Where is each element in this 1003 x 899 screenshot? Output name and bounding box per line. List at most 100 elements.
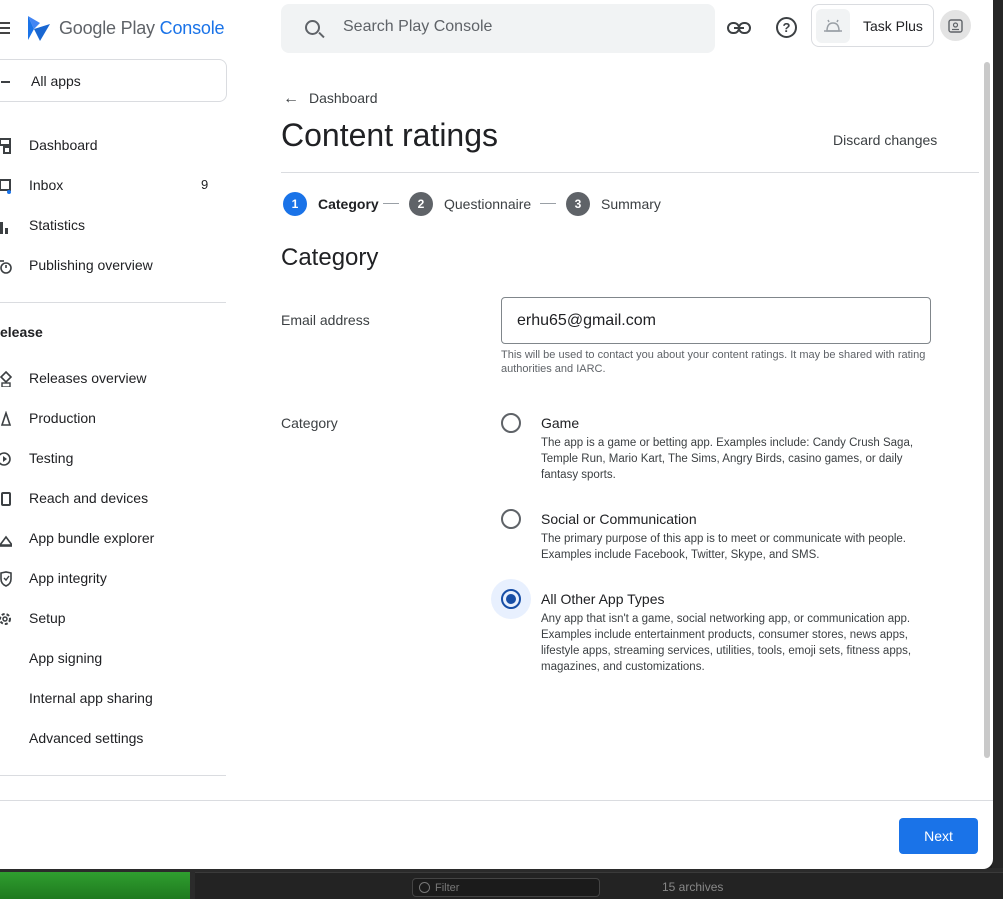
sidebar-item-label: App signing xyxy=(29,650,103,666)
search-bar[interactable] xyxy=(281,4,715,53)
sidebar-item-label: Releases overview xyxy=(29,370,147,386)
sidebar-item-dashboard[interactable]: Dashboard xyxy=(0,126,228,166)
filter-placeholder: Filter xyxy=(435,882,460,894)
breadcrumb-label: Dashboard xyxy=(309,90,378,106)
email-label: Email address xyxy=(281,312,370,328)
menu-icon[interactable] xyxy=(0,22,10,34)
sidebar-divider xyxy=(0,302,226,303)
sidebar-item-label: Advanced settings xyxy=(29,730,144,746)
sidebar-item-testing[interactable]: Testing xyxy=(0,439,228,479)
filter-icon xyxy=(419,882,430,893)
breadcrumb-back-link[interactable]: ← Dashboard xyxy=(283,90,378,108)
email-input[interactable] xyxy=(517,312,917,330)
sidebar-item-label: Reach and devices xyxy=(29,490,149,506)
logo-google: Google Play xyxy=(59,18,160,38)
sidebar-item-reach-and-devices[interactable]: Reach and devices xyxy=(0,479,228,519)
all-apps-button[interactable]: All apps xyxy=(0,59,227,102)
sidebar-item-label: App integrity xyxy=(29,570,107,586)
account-avatar[interactable] xyxy=(940,10,971,41)
radio-all-other-app-types[interactable] xyxy=(491,579,531,619)
sidebar-item-label: Publishing overview xyxy=(29,257,153,273)
logo-console: Console xyxy=(159,18,225,38)
sidebar-item-setup[interactable]: Setup xyxy=(0,599,228,639)
desktop-green-panel xyxy=(0,872,190,899)
sidebar-item-label: Internal app sharing xyxy=(29,690,153,706)
step-number: 3 xyxy=(566,192,590,216)
discard-changes-button[interactable]: Discard changes xyxy=(833,132,937,148)
sidebar-item-label: App bundle explorer xyxy=(29,530,155,546)
publishing-icon xyxy=(0,260,12,274)
option-desc-game: The app is a game or betting app. Exampl… xyxy=(541,437,914,481)
archives-count: 15 archives xyxy=(662,880,724,894)
gear-icon xyxy=(0,613,11,625)
app-name: Task Plus xyxy=(863,18,923,34)
sidebar-section-release: elease xyxy=(0,324,43,340)
step-connector xyxy=(540,203,556,204)
android-icon xyxy=(816,9,850,43)
background-filter-field[interactable]: Filter xyxy=(412,878,600,897)
dashboard-icon xyxy=(0,138,11,154)
sidebar-item-releases-overview[interactable]: Releases overview xyxy=(0,359,228,399)
inbox-count-badge: 9 xyxy=(201,177,209,192)
search-icon xyxy=(305,20,320,35)
play-console-window: Google Play Console ? Task Plus All xyxy=(0,0,993,869)
sidebar-divider xyxy=(0,775,226,776)
option-desc-social: The primary purpose of this app is to me… xyxy=(541,533,906,561)
option-title-social[interactable]: Social or Communication xyxy=(541,511,697,527)
sidebar-item-app-integrity[interactable]: App integrity xyxy=(0,559,228,599)
link-icon[interactable] xyxy=(727,20,751,36)
category-label: Category xyxy=(281,415,338,431)
radio-circle-checked xyxy=(501,589,521,609)
email-help-text: This will be used to contact you about y… xyxy=(501,349,926,375)
sidebar-item-inbox[interactable]: Inbox 9 xyxy=(0,166,228,206)
step-label: Questionnaire xyxy=(444,196,532,212)
radio-game[interactable] xyxy=(491,403,531,443)
bundle-icon xyxy=(0,535,12,547)
sidebar-item-internal-app-sharing[interactable]: Internal app sharing xyxy=(0,679,228,719)
app-selector[interactable]: Task Plus xyxy=(811,4,934,47)
play-console-logo-icon xyxy=(28,16,50,41)
inbox-icon xyxy=(0,179,11,194)
sidebar-item-label: Dashboard xyxy=(29,137,98,153)
page-title: Content ratings xyxy=(281,117,499,153)
step-number: 2 xyxy=(409,192,433,216)
sidebar-item-label: Testing xyxy=(29,450,74,466)
option-title-other[interactable]: All Other App Types xyxy=(541,591,664,607)
section-heading: Category xyxy=(281,244,379,271)
all-apps-label: All apps xyxy=(31,73,81,89)
help-icon[interactable]: ? xyxy=(776,17,797,38)
releases-icon xyxy=(0,371,12,387)
sidebar-item-app-bundle-explorer[interactable]: App bundle explorer xyxy=(0,519,228,559)
step-label: Category xyxy=(318,196,379,212)
sidebar-item-statistics[interactable]: Statistics xyxy=(0,206,228,246)
shield-icon xyxy=(0,571,12,587)
production-icon xyxy=(0,411,12,426)
step-label: Summary xyxy=(601,196,661,212)
sidebar-item-label: Inbox xyxy=(29,177,64,193)
option-title-game[interactable]: Game xyxy=(541,415,579,431)
app-logo-text[interactable]: Google Play Console xyxy=(59,18,225,39)
sidebar-item-publishing-overview[interactable]: Publishing overview xyxy=(0,246,228,286)
radio-circle xyxy=(501,509,521,529)
arrow-left-icon: ← xyxy=(283,90,299,107)
footer-divider xyxy=(0,800,993,801)
email-field[interactable] xyxy=(501,297,931,344)
scrollbar[interactable] xyxy=(984,62,990,758)
step-number: 1 xyxy=(283,192,307,216)
devices-icon xyxy=(1,492,11,506)
next-button[interactable]: Next xyxy=(899,818,978,854)
sidebar-item-label: Statistics xyxy=(29,217,86,233)
sidebar-item-app-signing[interactable]: App signing xyxy=(0,639,228,679)
sidebar-item-label: Production xyxy=(29,410,96,426)
back-arrow-icon xyxy=(1,81,10,83)
sidebar-item-advanced-settings[interactable]: Advanced settings xyxy=(0,719,228,759)
radio-social-communication[interactable] xyxy=(491,499,531,539)
desktop-background xyxy=(992,0,1003,899)
sidebar-item-label: Setup xyxy=(29,610,66,626)
step-connector xyxy=(383,203,399,204)
title-divider xyxy=(281,172,979,173)
search-input[interactable] xyxy=(343,18,683,36)
sidebar-item-production[interactable]: Production xyxy=(0,399,228,439)
testing-icon xyxy=(0,452,11,466)
statistics-icon xyxy=(0,222,8,234)
